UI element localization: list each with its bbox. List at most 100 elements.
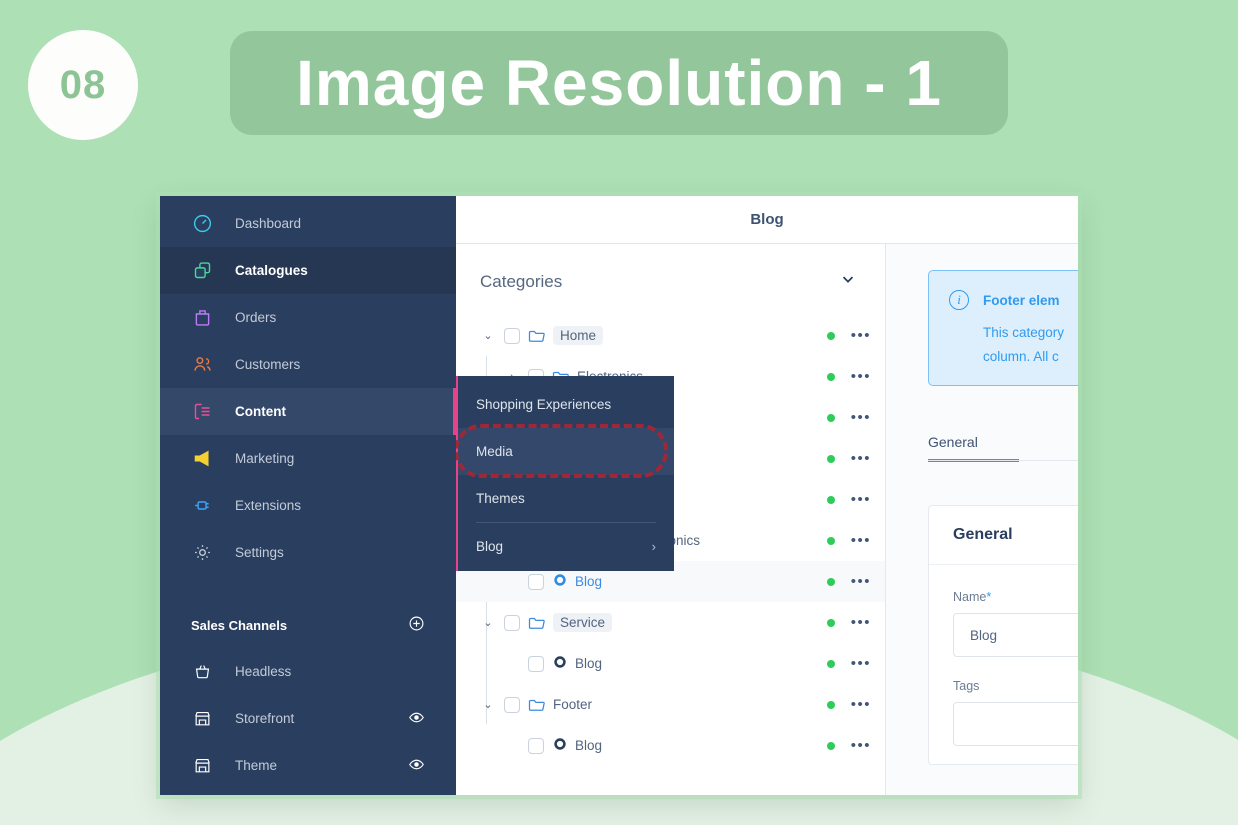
categories-header: Categories [456,244,885,293]
sidebar: Dashboard Catalogues Orders Customers Co… [160,196,456,795]
table-row[interactable]: Blog ••• [456,725,885,766]
row-menu-icon[interactable]: ••• [851,738,871,753]
flyout-item-themes[interactable]: Themes [456,475,674,522]
row-menu-icon[interactable]: ••• [851,574,871,589]
sidebar-item-content[interactable]: Content [160,388,456,435]
row-menu-icon[interactable]: ••• [851,533,871,548]
eye-icon[interactable] [408,756,425,776]
flyout-item-blog[interactable]: Blog › [456,523,674,570]
flyout-item-label: Blog [476,539,504,554]
sidebar-item-orders[interactable]: Orders [160,294,456,341]
status-badge [826,372,835,381]
row-label: Home [553,326,604,345]
row-actions: ••• [826,697,871,712]
flyout-item-label: Media [476,444,513,459]
sidebar-item-settings[interactable]: Settings [160,529,456,576]
content-topbar: Blog [456,196,1078,244]
categories-heading: Categories [480,271,563,291]
folder-icon [528,327,546,345]
row-checkbox[interactable] [528,737,544,754]
chevron-right-icon: › [651,539,656,554]
eye-icon[interactable] [408,709,425,729]
table-row[interactable]: ⌄ Home ••• [456,315,885,356]
row-menu-icon[interactable]: ••• [851,697,871,712]
sidebar-channel-label: Storefront [235,711,295,726]
tree-expander[interactable]: ⌄ [480,329,496,342]
row-menu-icon[interactable]: ••• [851,410,871,425]
row-actions: ••• [826,410,871,425]
row-actions: ••• [826,574,871,589]
status-badge [826,536,835,545]
sidebar-item-catalogues[interactable]: Catalogues [160,247,456,294]
slide-title: Image Resolution - 1 [296,47,942,119]
row-menu-icon[interactable]: ••• [851,328,871,343]
row-checkbox[interactable] [504,614,520,631]
sidebar-item-label: Customers [235,357,301,372]
row-actions: ••• [826,369,871,384]
row-checkbox[interactable] [528,573,544,590]
status-badge [826,454,835,463]
general-card: General Name* Blog Tags [928,505,1078,765]
users-icon [191,354,213,376]
sidebar-item-extensions[interactable]: Extensions [160,482,456,529]
slide-title-pill: Image Resolution - 1 [230,31,1008,135]
tags-field-label: Tags [953,679,980,693]
table-row[interactable]: Blog ••• [456,643,885,684]
app-window: Dashboard Catalogues Orders Customers Co… [160,196,1078,795]
info-alert-title: Footer elem [983,293,1060,308]
row-label: Blog [575,738,603,753]
row-menu-icon[interactable]: ••• [851,656,871,671]
row-menu-icon[interactable]: ••• [851,451,871,466]
gauge-icon [191,213,213,235]
sidebar-channel-storefront[interactable]: Storefront [160,695,456,742]
row-menu-icon[interactable]: ••• [851,369,871,384]
required-marker: * [986,590,992,604]
row-checkbox[interactable] [528,655,544,672]
status-badge [826,700,835,709]
row-checkbox[interactable] [504,696,520,713]
store-icon [191,708,213,730]
flyout-item-media[interactable]: Media [456,428,674,475]
sidebar-item-label: Marketing [235,451,295,466]
sidebar-section-title: Sales Channels [191,617,288,633]
row-checkbox[interactable] [504,327,520,344]
sidebar-item-dashboard[interactable]: Dashboard [160,200,456,247]
sidebar-channel-label: Headless [235,664,292,679]
flyout-item-shopping-experiences[interactable]: Shopping Experiences [456,381,674,428]
row-actions: ••• [826,451,871,466]
tree-expander[interactable]: ⌄ [480,698,496,711]
table-row[interactable]: ⌄ Service ••• [456,602,885,643]
row-actions: ••• [826,738,871,753]
sidebar-item-marketing[interactable]: Marketing [160,435,456,482]
store-icon [191,755,213,777]
body-split: Categories ⌄ Home ••• ••• ••• ••• ••• ro… [456,244,1078,795]
sidebar-channel-theme[interactable]: Theme [160,742,456,789]
content-flyout-menu: Shopping Experiences Media Themes Blog › [456,376,674,571]
info-alert-text: Footer elem This category column. All c [983,289,1064,367]
sidebar-channel-headless[interactable]: Headless [160,648,456,695]
detail-column: i Footer elem This category column. All … [886,244,1078,795]
folder-icon [528,614,546,632]
tags-input[interactable] [953,702,1078,746]
sidebar-item-label: Settings [235,545,284,560]
row-menu-icon[interactable]: ••• [851,615,871,630]
info-icon: i [949,290,969,310]
tree-expander[interactable]: ⌄ [480,616,496,629]
plus-circle-icon[interactable] [408,615,425,635]
tab-general[interactable]: General [928,434,978,459]
page-dot-icon [552,655,568,673]
categories-column: Categories ⌄ Home ••• ••• ••• ••• ••• ro… [456,244,886,795]
row-label: Service [553,613,613,632]
table-row[interactable]: ⌄ Footer ••• [456,684,885,725]
row-label: Footer [553,697,593,712]
flyout-item-label: Themes [476,491,525,506]
name-input[interactable]: Blog [953,613,1078,657]
sidebar-item-customers[interactable]: Customers [160,341,456,388]
chevron-down-icon[interactable] [839,270,857,293]
status-badge [826,331,835,340]
flyout-item-label: Shopping Experiences [476,397,612,412]
sidebar-item-label: Content [235,404,286,419]
status-badge [826,495,835,504]
row-menu-icon[interactable]: ••• [851,492,871,507]
status-badge [826,659,835,668]
